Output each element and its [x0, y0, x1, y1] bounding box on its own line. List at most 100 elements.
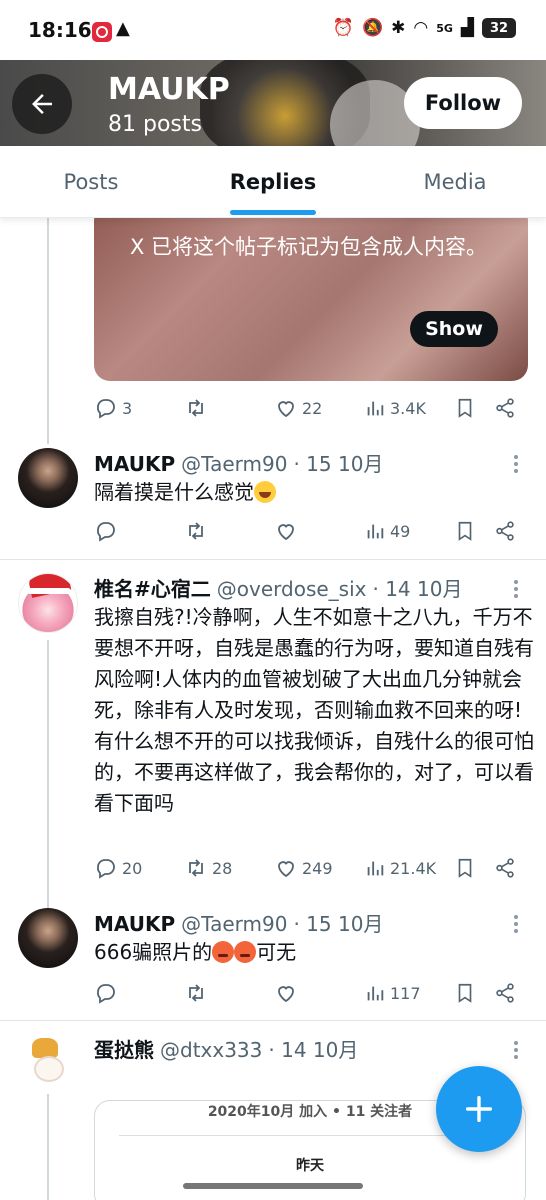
back-button[interactable]: [12, 74, 72, 134]
sensitive-media-card[interactable]: X 已将这个帖子标记为包含成人内容。 Show: [94, 205, 528, 381]
reply-count: 3: [122, 398, 133, 418]
share-button[interactable]: [494, 516, 516, 546]
more-options-icon[interactable]: [514, 912, 520, 936]
avatar[interactable]: [18, 573, 78, 633]
like-button[interactable]: 22: [274, 393, 322, 423]
like-button[interactable]: [274, 516, 298, 546]
reply-button[interactable]: 3: [94, 393, 132, 423]
heart-icon: [278, 524, 294, 541]
author-handle: @overdose_six: [216, 577, 367, 601]
post-actions: 117: [94, 978, 524, 1008]
view-count: 3.4K: [390, 398, 426, 418]
heart-icon: [278, 986, 294, 1003]
reply-post[interactable]: MAUKP @Taerm90 · 15 10月 666骗照片的 可无 117: [0, 908, 546, 1018]
thread-line: [47, 218, 49, 444]
tab-posts[interactable]: Posts: [0, 146, 182, 217]
signal-label: 5G: [436, 21, 453, 35]
share-icon: [496, 398, 514, 418]
avatar-bear-head: [34, 1056, 64, 1082]
author-name: 蛋挞熊: [94, 1038, 154, 1062]
author-handle: @Taerm90: [181, 452, 288, 476]
like-count: 249: [302, 858, 333, 878]
reply-count: 20: [122, 858, 143, 878]
bookmark-icon: [458, 398, 472, 418]
avatar-hat: [32, 1038, 58, 1058]
views-button[interactable]: 3.4K: [364, 393, 426, 423]
profile-header: MAUKP 81 posts Follow: [0, 60, 546, 146]
post-date: · 14 10月: [372, 577, 463, 601]
embedded-divider: [119, 1135, 501, 1136]
status-icons: ⏰ 🔕 ✱ ◠ 5G ▟ 32: [333, 18, 516, 38]
more-options-icon[interactable]: [514, 577, 520, 601]
retweet-button[interactable]: 28: [184, 853, 232, 883]
battery-icon: 32: [482, 18, 516, 38]
alarm-icon: ⏰: [332, 18, 354, 38]
like-button[interactable]: 249: [274, 853, 333, 883]
home-indicator[interactable]: [183, 1183, 363, 1189]
profile-name: MAUKP: [108, 72, 230, 107]
reply-button[interactable]: [94, 978, 118, 1008]
post-text-before: 666骗照片的: [94, 940, 213, 964]
bookmark-button[interactable]: [454, 516, 476, 546]
profile-tabs: Posts Replies Media: [0, 146, 546, 218]
share-button[interactable]: [494, 978, 516, 1008]
post-actions: 3 22 3.4K: [94, 393, 524, 423]
status-bar: 18:16 ▲ ⏰ 🔕 ✱ ◠ 5G ▟ 32: [0, 0, 546, 60]
wifi-icon: ◠: [413, 18, 429, 38]
post-text-content: 隔着摸是什么感觉: [94, 480, 254, 504]
reply-post[interactable]: 椎名#心宿二 @overdose_six · 14 10月 我擦自残?!冷静啊，…: [0, 573, 546, 893]
plus-icon: [465, 1095, 493, 1123]
follow-button[interactable]: Follow: [404, 77, 522, 129]
views-button[interactable]: 117: [364, 978, 421, 1008]
show-media-button[interactable]: Show: [410, 311, 498, 347]
tab-replies[interactable]: Replies: [182, 146, 364, 217]
post-actions: 20 28 249 21.4K: [94, 853, 524, 883]
avatar[interactable]: [18, 448, 78, 508]
retweet-button[interactable]: [184, 393, 208, 423]
retweet-icon: [189, 984, 203, 1002]
reply-icon: [97, 522, 115, 542]
avatar[interactable]: [18, 908, 78, 968]
angry-emoji-icon: [234, 941, 257, 963]
retweet-icon: [189, 399, 203, 417]
author-name: 椎名#心宿二: [94, 577, 211, 601]
like-button[interactable]: [274, 978, 298, 1008]
views-chart-icon: [367, 401, 384, 416]
share-button[interactable]: [494, 393, 516, 423]
bookmark-button[interactable]: [454, 853, 476, 883]
more-options-icon[interactable]: [514, 1038, 520, 1062]
views-chart-icon: [367, 986, 384, 1001]
laughing-emoji-icon: [254, 481, 276, 503]
share-icon: [496, 983, 514, 1003]
views-button[interactable]: 21.4K: [364, 853, 436, 883]
retweet-button[interactable]: [184, 516, 208, 546]
heart-icon: [278, 401, 294, 418]
more-options-icon[interactable]: [514, 452, 520, 476]
bookmark-button[interactable]: [454, 978, 476, 1008]
reply-button[interactable]: [94, 516, 118, 546]
post-date: · 14 10月: [268, 1038, 359, 1062]
view-count: 49: [390, 521, 411, 541]
reply-button[interactable]: 20: [94, 853, 142, 883]
post-actions: 49: [94, 516, 524, 546]
divider: [0, 1020, 546, 1021]
reply-icon: [97, 984, 115, 1004]
retweet-icon: [189, 522, 203, 540]
view-count: 117: [390, 983, 421, 1003]
angry-emoji-icon: [212, 941, 235, 963]
reply-icon: [97, 859, 115, 879]
post-meta: 蛋挞熊 @dtxx333 · 14 10月: [94, 1034, 358, 1063]
reply-post[interactable]: MAUKP @Taerm90 · 15 10月 隔着摸是什么感觉 49: [0, 448, 546, 558]
reply-icon: [97, 399, 115, 419]
compose-button[interactable]: [436, 1066, 522, 1152]
share-button[interactable]: [494, 853, 516, 883]
like-count: 22: [302, 398, 323, 418]
views-button[interactable]: 49: [364, 516, 410, 546]
tab-media[interactable]: Media: [364, 146, 546, 217]
arrow-left-icon: [32, 94, 52, 114]
retweet-button[interactable]: [184, 978, 208, 1008]
retweet-icon: [189, 859, 203, 877]
author-handle: @Taerm90: [181, 912, 288, 936]
avatar[interactable]: [18, 1034, 78, 1094]
bookmark-button[interactable]: [454, 393, 476, 423]
